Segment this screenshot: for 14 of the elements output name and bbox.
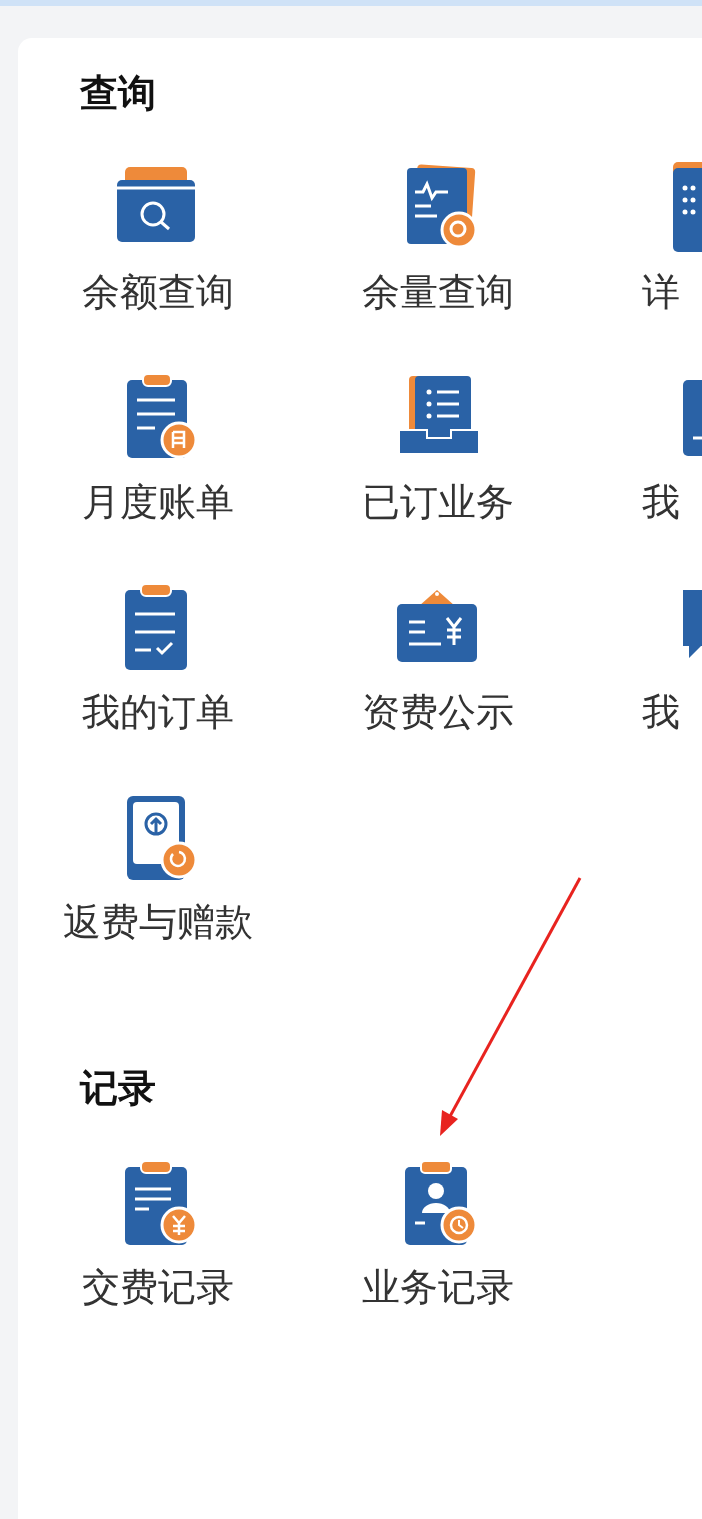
section-title: 记录 xyxy=(80,1065,157,1112)
service-item[interactable]: 余额查询 xyxy=(18,162,298,315)
service-item[interactable]: 月度账单 xyxy=(18,372,298,525)
section-title: 查询 xyxy=(80,70,157,117)
service-item[interactable]: 已订业务 xyxy=(298,372,578,525)
service-item[interactable]: 业务记录 xyxy=(298,1157,578,1310)
service-item[interactable]: 详 xyxy=(578,162,702,315)
service-item[interactable]: 返费与赠款 xyxy=(18,792,298,945)
service-item[interactable]: 我的订单 xyxy=(18,582,298,735)
service-item[interactable]: 我 xyxy=(578,372,702,525)
service-item[interactable]: 资费公示 xyxy=(298,582,578,735)
service-item[interactable]: 我 xyxy=(578,582,702,735)
service-item[interactable]: 余量查询 xyxy=(298,162,578,315)
service-item[interactable]: 交费记录 xyxy=(18,1157,298,1310)
